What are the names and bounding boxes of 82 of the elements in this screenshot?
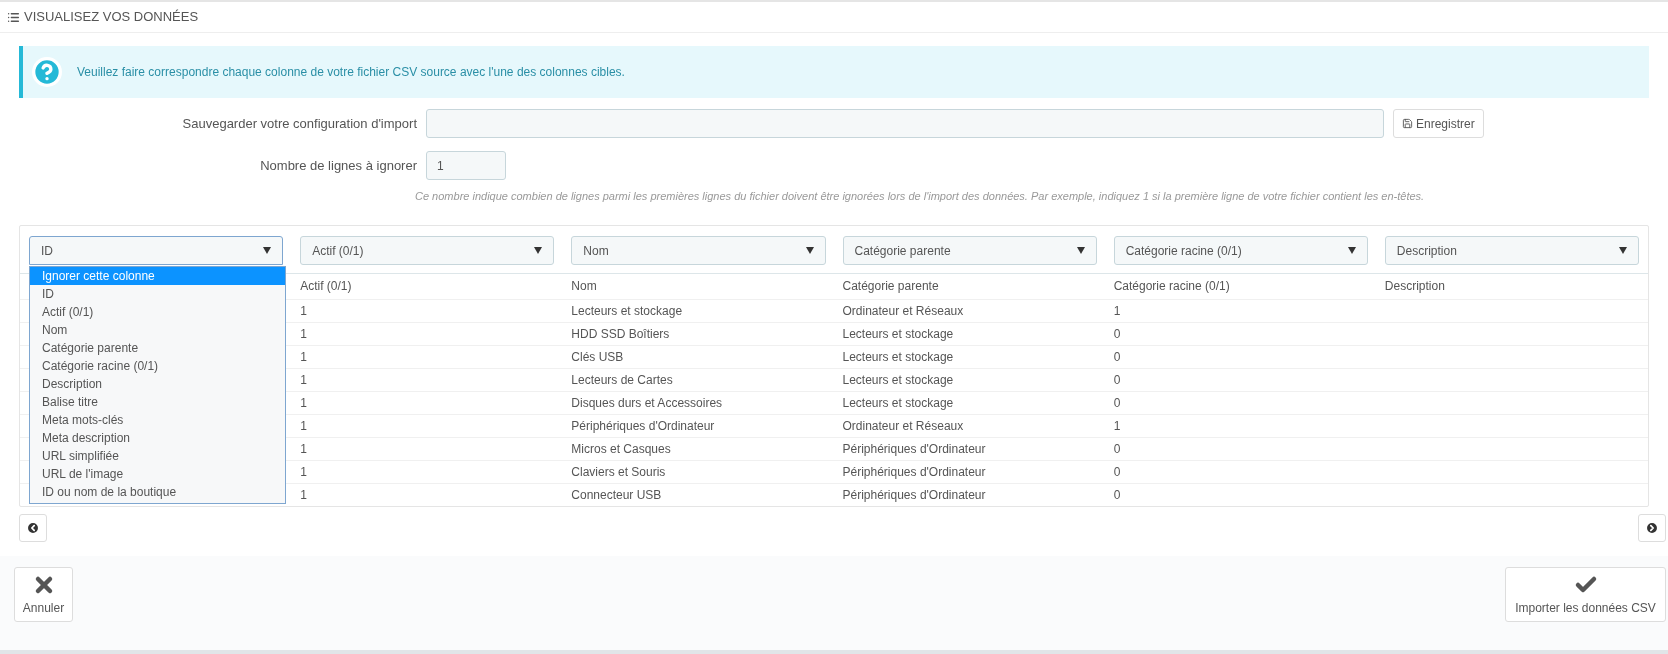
- save-icon: [1402, 118, 1413, 129]
- dropdown-option[interactable]: URL de l'image: [30, 465, 285, 483]
- list-icon: [7, 10, 20, 24]
- dropdown-option[interactable]: ID ou nom de la boutique: [30, 483, 285, 501]
- table-cell-text: 0: [1113, 441, 1122, 458]
- column-header: Actif (0/1): [300, 278, 353, 295]
- cancel-button[interactable]: Annuler: [14, 567, 73, 622]
- next-button[interactable]: [1638, 514, 1666, 542]
- table-cell-text: 1: [300, 395, 308, 412]
- table-cell-text: Lecteurs et stockage: [842, 372, 955, 389]
- previous-button[interactable]: [19, 514, 47, 542]
- dropdown-option[interactable]: URL simplifiée: [30, 447, 285, 465]
- help-text: Ce nombre indique combien de lignes parmi les premières lignes du fichier doivent être ignorées lors de l'import des données. Par exemple, indiquez 1 si la première ligne de votre fichier contient les en-têtes.: [415, 190, 1425, 202]
- column-header: Catégorie racine (0/1): [1113, 278, 1231, 295]
- help-icon: [31, 56, 63, 88]
- table-cell-text: 1: [300, 303, 308, 320]
- dropdown-option[interactable]: Balise titre: [30, 393, 285, 411]
- table-cell-text: 0: [1113, 372, 1122, 389]
- previous-icon: [26, 521, 40, 535]
- table-cell-text: 1: [1113, 303, 1122, 320]
- table-cell-text: Lecteurs et stockage: [571, 303, 684, 320]
- table-cell-text: 1: [300, 326, 308, 343]
- dropdown-option[interactable]: Catégorie racine (0/1): [30, 357, 285, 375]
- table-cell-text: 1: [300, 372, 308, 389]
- table-cell-text: Clés USB: [571, 349, 625, 366]
- table-cell-text: Ordinateur et Réseaux: [842, 418, 965, 435]
- caret-icon: [1619, 247, 1627, 254]
- table-cell-text: 1: [300, 487, 308, 504]
- table-cell-text: Claviers et Souris: [571, 464, 667, 481]
- table-cell-text: 0: [1113, 395, 1122, 412]
- table-cell-text: Lecteurs et stockage: [842, 326, 955, 343]
- caret-icon: [263, 247, 272, 254]
- dropdown-option[interactable]: Nom: [30, 321, 285, 339]
- column-select[interactable]: Catégorie parente: [842, 236, 1097, 265]
- column-header: Catégorie parente: [842, 278, 940, 295]
- caret-icon: [1347, 247, 1356, 254]
- table-cell-text: 0: [1113, 326, 1122, 343]
- table-cell-text: HDD SSD Boîtiers: [571, 326, 671, 343]
- dropdown-option[interactable]: Description: [30, 375, 285, 393]
- alert-text: Veuillez faire correspondre chaque colonne de votre fichier CSV source avec l'une des colonnes cibles.: [77, 64, 625, 81]
- field-label: Nombre de lignes à ignorer: [259, 156, 418, 175]
- dropdown-option[interactable]: ID: [30, 285, 285, 303]
- table-cell-text: 1: [300, 418, 308, 435]
- column-select[interactable]: Actif (0/1): [300, 236, 555, 265]
- column-select[interactable]: Nom: [571, 236, 826, 265]
- table-cell-text: Lecteurs et stockage: [842, 395, 955, 412]
- table-cell-text: Périphériques d'Ordinateur: [842, 441, 987, 458]
- dropdown-option[interactable]: Meta description: [30, 429, 285, 447]
- table-cell-text: 0: [1113, 487, 1122, 504]
- table-cell-text: Micros et Casques: [571, 441, 672, 458]
- skip-lines-field[interactable]: 1: [426, 151, 506, 180]
- column-header: Nom: [571, 278, 598, 295]
- caret-icon: [1076, 247, 1085, 254]
- table-cell-text: Ordinateur et Réseaux: [842, 303, 965, 320]
- table-cell-text: 0: [1113, 464, 1122, 481]
- table-cell-text: Lecteurs de Cartes: [571, 372, 674, 389]
- next-icon: [1645, 521, 1659, 535]
- dropdown-option[interactable]: Meta mots-clés: [30, 411, 285, 429]
- field-label: Sauvegarder votre configuration d'import: [181, 114, 418, 133]
- table-cell-text: 1: [300, 441, 308, 458]
- caret-icon: [534, 247, 543, 254]
- table-cell-text: Disques durs et Accessoires: [571, 395, 724, 412]
- table-cell-text: 0: [1113, 349, 1122, 366]
- table-cell-text: 1: [1113, 418, 1122, 435]
- save-button[interactable]: Enregistrer: [1393, 109, 1484, 138]
- table-cell-text: Périphériques d'Ordinateur: [842, 464, 987, 481]
- caret-icon: [805, 247, 814, 254]
- column-select[interactable]: ID: [29, 236, 284, 265]
- panel-title: VISUALISEZ VOS DONNÉES: [24, 8, 199, 27]
- table-cell-text: 1: [300, 349, 308, 366]
- table-cell-text: Périphériques d'Ordinateur: [571, 418, 716, 435]
- dropdown-option[interactable]: Actif (0/1): [30, 303, 285, 321]
- config-name-field[interactable]: [426, 109, 1384, 138]
- table-cell-text: Lecteurs et stockage: [842, 349, 955, 366]
- table-cell-text: Connecteur USB: [571, 487, 663, 504]
- column-select[interactable]: Description: [1384, 236, 1639, 265]
- column-header: Description: [1384, 278, 1446, 295]
- column-select[interactable]: Catégorie racine (0/1): [1113, 236, 1368, 265]
- table-cell-text: 1: [300, 464, 308, 481]
- dropdown-option[interactable]: Catégorie parente: [30, 339, 285, 357]
- import-button[interactable]: Importer les données CSV: [1505, 567, 1666, 622]
- table-cell-text: Périphériques d'Ordinateur: [842, 487, 987, 504]
